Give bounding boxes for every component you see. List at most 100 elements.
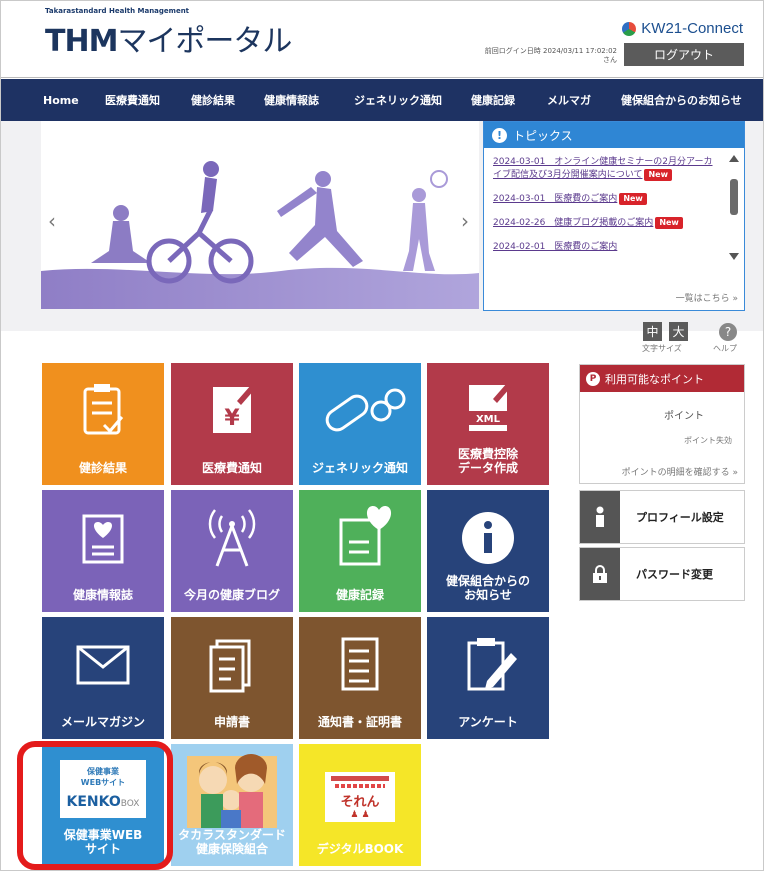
profile-settings-button[interactable]: プロフィール設定 <box>579 490 745 544</box>
tile-label-line1: 保健事業WEB <box>63 828 143 842</box>
tile-notices-certificates[interactable]: 通知書・証明書 <box>299 617 421 739</box>
points-expiry: ポイント失効 <box>684 436 732 445</box>
topics-list: 2024-03-01 オンライン健康セミナーの2月分アーカイブ配信及び3月分開催… <box>493 156 715 265</box>
tile-health-program-website[interactable]: 保健事業 WEBサイト KENKOBOX 保健事業WEB サイト <box>42 744 164 866</box>
hero-banner[interactable] <box>41 121 479 309</box>
points-header: P 利用可能なポイント <box>580 365 744 392</box>
last-login: 前回ログイン日時 2024/03/11 17:02:02 さん <box>447 47 617 65</box>
topics-more-link[interactable]: 一覧はこちら » <box>676 291 738 304</box>
topic-text: 2024-02-26 健康ブログ掲載のご案内 <box>493 218 654 228</box>
brand: KW21-Connect <box>622 20 743 37</box>
site-logo[interactable]: THMマイポータル <box>45 16 292 60</box>
help-label: ヘルプ <box>713 344 737 353</box>
tile-medical-notice[interactable]: ¥ 医療費通知 <box>171 363 293 485</box>
font-size-large-button[interactable]: 大 <box>669 322 688 341</box>
tile-health-magazine[interactable]: 健康情報誌 <box>42 490 164 612</box>
tile-mail-magazine[interactable]: メールマガジン <box>42 617 164 739</box>
digital-book-cover: それん ♟ ♟ <box>325 772 395 822</box>
tile-label: 医療費控除 データ作成 <box>427 447 549 475</box>
cover-top-stripe <box>331 776 389 781</box>
banner-prev-button[interactable]: ‹ <box>48 209 56 233</box>
nav-item-home[interactable]: Home <box>43 94 79 107</box>
nav-item-medical-notice[interactable]: 医療費通知 <box>105 92 160 108</box>
portal-frame: Takarastandard Health Management THMマイポー… <box>0 0 764 871</box>
topics-title: トピックス <box>513 128 573 143</box>
tile-label: メールマガジン <box>60 715 145 729</box>
tile-label: ジェネリック通知 <box>311 461 408 475</box>
tile-label: 申請書 <box>213 715 250 729</box>
topic-text: 2024-02-01 医療費のご案内 <box>493 242 618 252</box>
password-change-button[interactable]: パスワード変更 <box>579 547 745 601</box>
tile-medical-deduction-data[interactable]: XML 医療費控除 データ作成 <box>427 363 549 485</box>
font-size-label: 文字サイズ <box>642 344 682 353</box>
font-size-medium-button[interactable]: 中 <box>643 322 662 341</box>
tile-generic-notice[interactable]: ジェネリック通知 <box>299 363 421 485</box>
tile-label: 健診結果 <box>78 461 127 475</box>
new-badge: New <box>655 217 683 229</box>
tile-takara-health-association[interactable]: タカラスタンダード 健康保険組合 <box>171 744 293 866</box>
tile-label-line1: 医療費控除 <box>457 447 518 461</box>
scroll-up-icon[interactable] <box>729 155 739 162</box>
tile-label: 通知書・証明書 <box>317 715 402 729</box>
tile-survey[interactable]: アンケート <box>427 617 549 739</box>
tile-label: デジタルBOOK <box>316 842 404 856</box>
tile-health-blog[interactable]: 今月の健康ブログ <box>171 490 293 612</box>
exclamation-icon: ! <box>492 127 507 143</box>
fitness-silhouette-illustration <box>41 161 479 309</box>
nav-item-mail-magazine[interactable]: メルマガ <box>547 92 591 108</box>
tile-label-line2: データ作成 <box>457 461 518 475</box>
kenkobox-line2: WEBサイト <box>80 778 126 787</box>
scroll-thumb[interactable] <box>730 179 738 215</box>
tile-digital-book[interactable]: それん ♟ ♟ デジタルBOOK <box>299 744 421 866</box>
points-p-icon: P <box>586 371 600 386</box>
tile-label: 健康情報誌 <box>72 588 133 602</box>
topic-item[interactable]: 2024-03-01 医療費のご案内 New <box>493 193 715 206</box>
tile-label-line1: 健保組合からの <box>445 574 530 588</box>
tile-association-news[interactable]: 健保組合からの お知らせ <box>427 490 549 612</box>
topic-item[interactable]: 2024-03-01 オンライン健康セミナーの2月分アーカイブ配信及び3月分開催… <box>493 156 715 182</box>
brand-name: KW21-Connect <box>641 20 743 37</box>
nav-item-association-news[interactable]: 健保組合からのお知らせ <box>621 92 742 108</box>
tile-label: 保健事業WEB サイト <box>42 828 164 856</box>
tile-label-line2: お知らせ <box>464 588 512 602</box>
topics-scrollbar[interactable] <box>728 155 740 263</box>
logout-button[interactable]: ログアウト <box>624 43 744 66</box>
tile-label-line2: サイト <box>84 842 121 856</box>
brand-logo-icon <box>622 21 637 36</box>
header: Takarastandard Health Management THMマイポー… <box>1 1 763 78</box>
banner-next-button[interactable]: › <box>461 209 469 233</box>
tile-label: タカラスタンダード 健康保険組合 <box>171 828 293 856</box>
logo-text: マイポータル <box>117 24 292 59</box>
topic-item[interactable]: 2024-02-01 医療費のご案内 <box>493 241 715 254</box>
cover-dot-row <box>335 784 385 788</box>
tile-label: 健保組合からの お知らせ <box>427 574 549 602</box>
person-icon <box>580 491 620 543</box>
tile-health-record[interactable]: 健康記録 <box>299 490 421 612</box>
help-icon[interactable]: ? <box>719 323 737 341</box>
tile-checkup-results[interactable]: 健診結果 <box>42 363 164 485</box>
company-name: Takarastandard Health Management <box>45 7 190 15</box>
tile-label: 健康記録 <box>335 588 384 602</box>
topic-item[interactable]: 2024-02-26 健康ブログ掲載のご案内 New <box>493 217 715 230</box>
tile-label: 医療費通知 <box>201 461 262 475</box>
nav-item-generic-notice[interactable]: ジェネリック通知 <box>354 92 442 108</box>
nav-item-checkup-results[interactable]: 健診結果 <box>191 92 235 108</box>
new-badge: New <box>619 193 647 205</box>
kenkobox-suffix: BOX <box>120 799 140 809</box>
points-panel: P 利用可能なポイント ポイント ポイント失効 ポイントの明細を確認する » <box>579 364 745 484</box>
scroll-down-icon[interactable] <box>729 253 739 260</box>
topics-header: ! トピックス <box>484 122 744 148</box>
nav-item-health-magazine[interactable]: 健康情報誌 <box>264 92 319 108</box>
lock-icon <box>580 548 620 600</box>
last-login-text: 前回ログイン日時 2024/03/11 17:02:02 <box>484 47 617 55</box>
topic-text: 2024-03-01 医療費のご案内 <box>493 194 618 204</box>
nav-item-health-record[interactable]: 健康記録 <box>471 92 515 108</box>
points-detail-link[interactable]: ポイントの明細を確認する » <box>622 465 738 478</box>
password-change-label: パスワード変更 <box>636 568 713 581</box>
tile-label: 今月の健康ブログ <box>183 588 280 602</box>
tile-application-forms[interactable]: 申請書 <box>171 617 293 739</box>
global-nav: Home 医療費通知 健診結果 健康情報誌 ジェネリック通知 健康記録 メルマガ… <box>1 79 763 121</box>
svg-text:¥: ¥ <box>224 406 240 431</box>
tile-label-line2: 健康保険組合 <box>195 842 268 856</box>
cover-title: それん <box>340 795 380 810</box>
